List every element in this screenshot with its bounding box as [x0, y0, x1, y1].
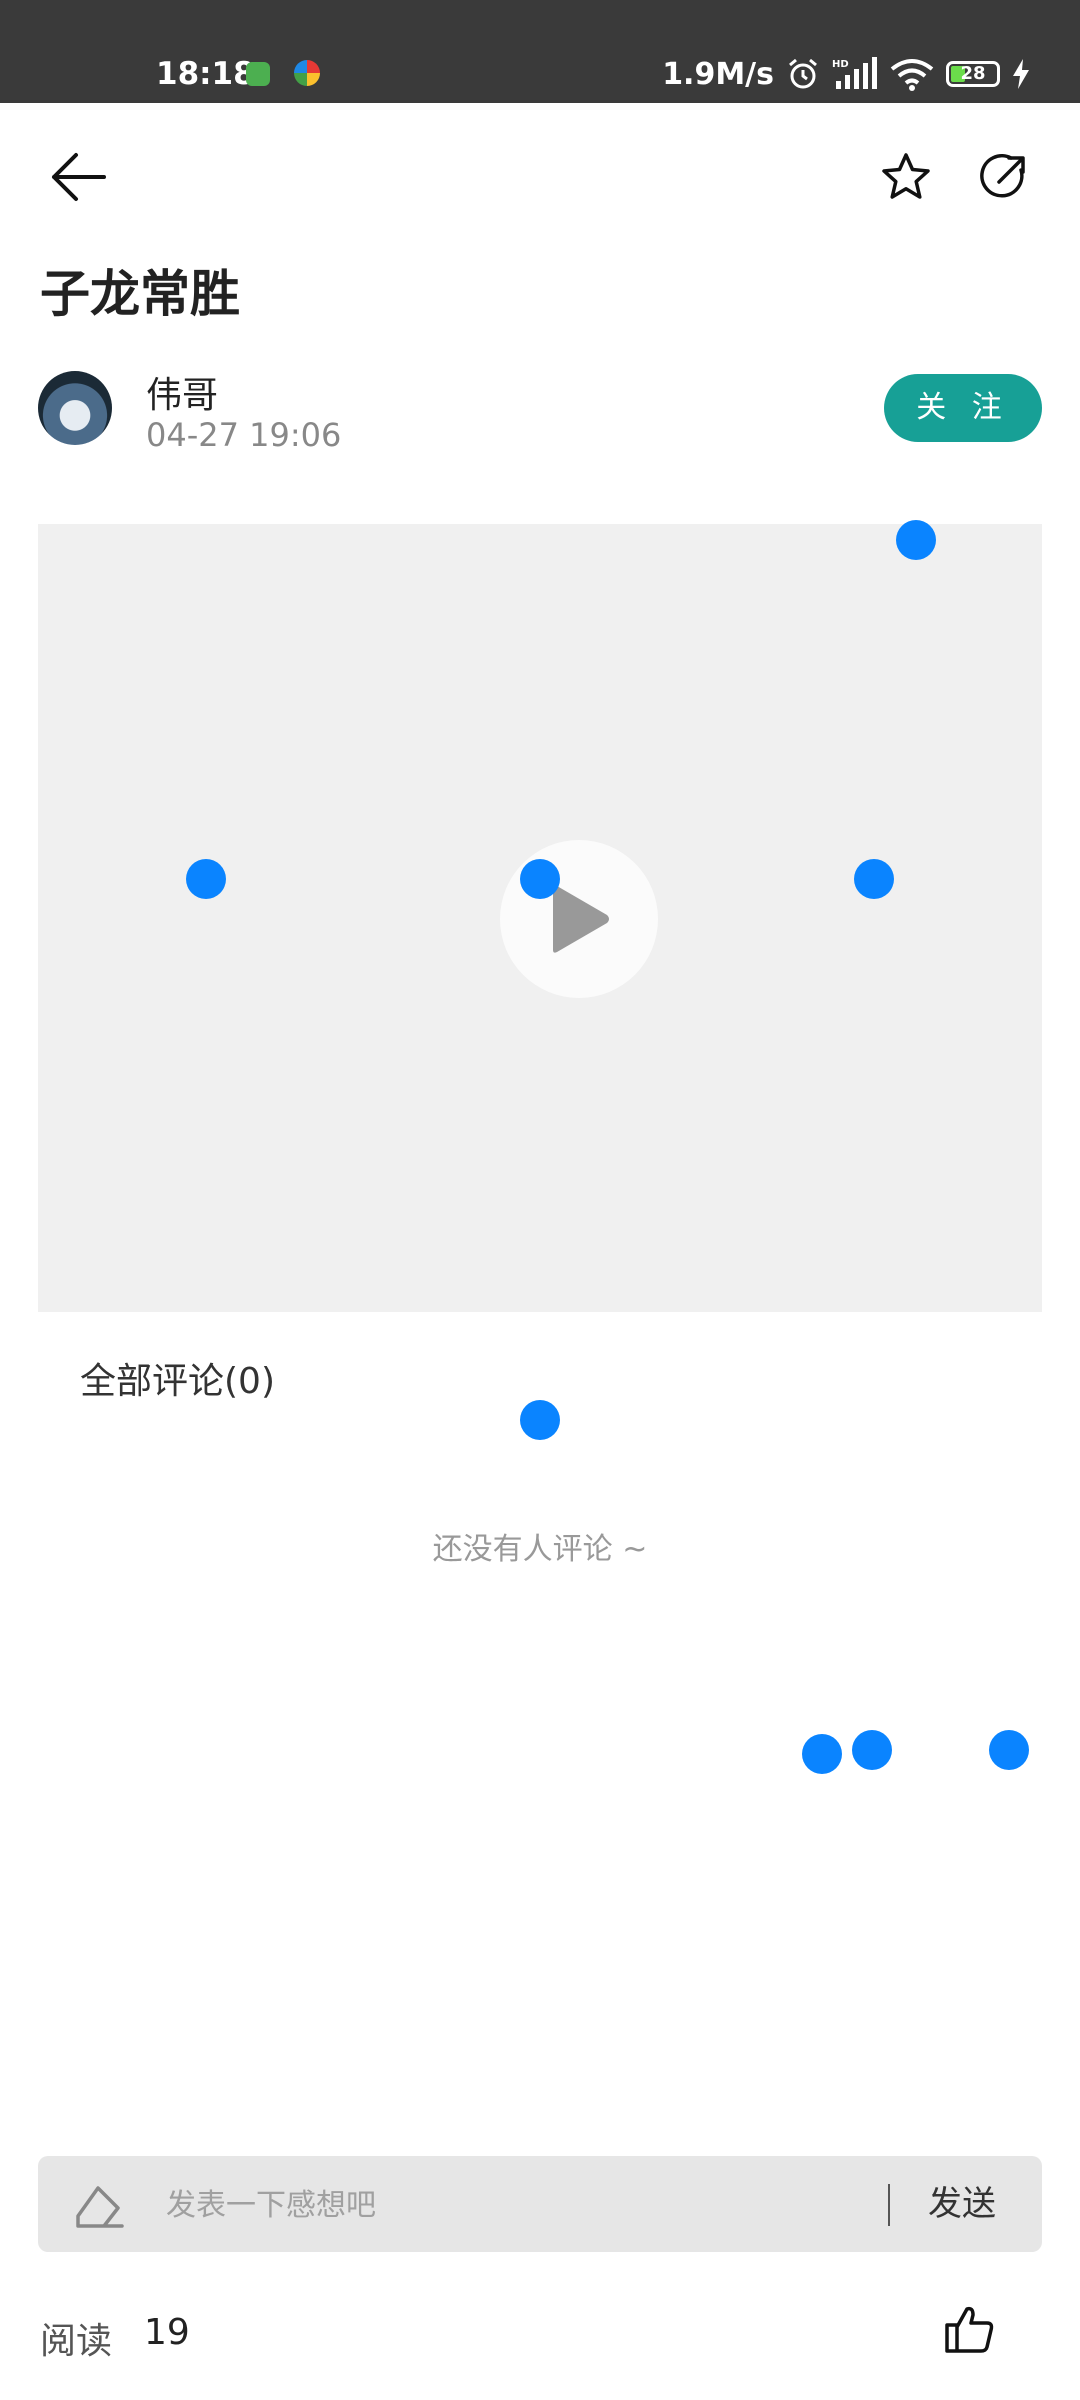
empty-comments-text: 还没有人评论 ~	[432, 1532, 648, 1567]
touch-indicator	[520, 1400, 560, 1440]
app-notification-icon	[246, 62, 270, 86]
thumbs-up-icon	[945, 2306, 994, 2353]
wifi-icon	[890, 59, 934, 91]
touch-indicator	[989, 1730, 1029, 1770]
author-name[interactable]: 伟哥	[146, 366, 218, 418]
follow-button[interactable]: 关 注	[884, 374, 1042, 442]
share-button[interactable]	[964, 137, 1044, 217]
play-icon	[553, 885, 609, 953]
charging-icon	[1013, 59, 1029, 89]
back-button[interactable]	[38, 137, 118, 217]
touch-indicator	[520, 859, 560, 899]
read-count: 19	[144, 2312, 190, 2353]
avatar[interactable]	[38, 371, 112, 445]
send-button[interactable]: 发送	[928, 2156, 996, 2252]
hd-label: HD	[832, 59, 849, 70]
favorite-button[interactable]	[866, 137, 946, 217]
alarm-icon	[789, 58, 817, 89]
touch-indicator	[896, 520, 936, 560]
touch-indicator	[186, 859, 226, 899]
status-time: 18:18	[156, 56, 255, 92]
browser-notification-icon	[294, 60, 320, 86]
play-button[interactable]	[500, 840, 658, 998]
video-player[interactable]	[38, 524, 1042, 1312]
touch-indicator	[854, 859, 894, 899]
network-speed: 1.9M/s	[662, 56, 774, 92]
share-icon	[980, 154, 1025, 198]
read-label: 阅读	[40, 2321, 113, 2362]
like-button[interactable]	[934, 2294, 1004, 2364]
touch-indicator	[802, 1734, 842, 1774]
author-row: 伟哥 04-27 19:06 关 注	[38, 366, 1042, 462]
arrow-left-icon	[52, 153, 106, 201]
comment-bar: 发送	[38, 2156, 1042, 2254]
comment-input[interactable]	[164, 2156, 888, 2254]
status-bar: 18:18 1.9M/s HD 28	[0, 0, 1080, 103]
touch-indicator	[852, 1730, 892, 1770]
pencil-icon	[76, 2186, 124, 2228]
battery-indicator: 28	[946, 61, 1000, 87]
status-right-group: 1.9M/s HD 28	[662, 52, 1030, 96]
comments-heading: 全部评论(0)	[80, 1361, 275, 1402]
post-title: 子龙常胜	[40, 265, 240, 323]
star-icon	[882, 153, 930, 199]
battery-level: 28	[960, 63, 986, 84]
signal-icon: HD	[832, 57, 877, 89]
post-timestamp: 04-27 19:06	[146, 416, 342, 454]
input-divider	[888, 2184, 890, 2226]
